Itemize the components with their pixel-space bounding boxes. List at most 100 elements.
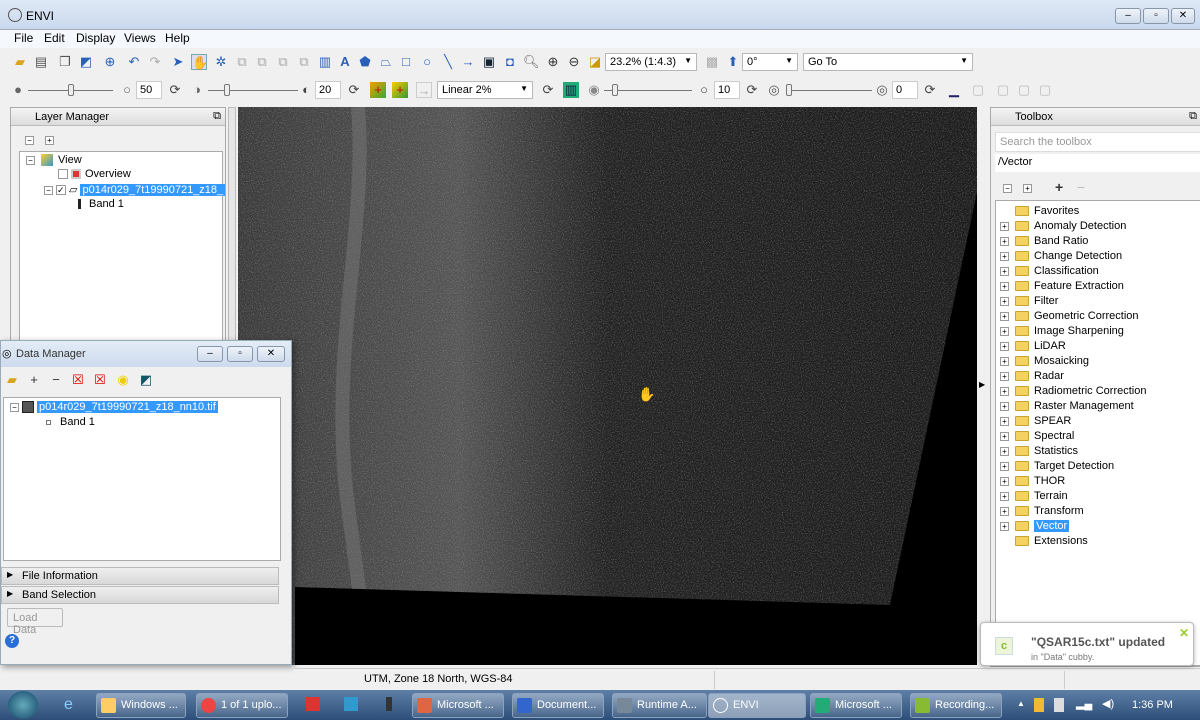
text-icon[interactable]: A [337, 54, 353, 70]
taskbar-excel[interactable]: Microsoft ... [810, 693, 902, 718]
toolbox-item[interactable]: + Image Sharpening [1000, 325, 1124, 337]
select-icon[interactable]: ◩ [78, 54, 94, 70]
maximize-button[interactable]: ▫ [1143, 8, 1169, 24]
link-icon[interactable]: ⧉ [234, 54, 250, 70]
toolbox-item[interactable]: Extensions [1000, 535, 1088, 547]
toolbox-item[interactable]: + Geometric Correction [1000, 310, 1139, 322]
notification-close-icon[interactable]: ✕ [1179, 626, 1189, 640]
taskbar-runtime[interactable]: Runtime A... [612, 693, 707, 718]
taskbar-envi[interactable]: ENVI [708, 693, 806, 718]
network-icon[interactable]: ▂▄ [1076, 697, 1092, 710]
grid-icon[interactable]: ▥ [317, 54, 333, 70]
expand-icon[interactable]: + [1000, 521, 1009, 531]
file-information-section[interactable]: ▶ File Information [1, 567, 279, 585]
show-hidden-icons[interactable]: ▲ [1017, 699, 1025, 708]
toolbox-item[interactable]: + Band Ratio [1000, 235, 1088, 247]
toolbox-item[interactable]: + Terrain [1000, 490, 1068, 502]
toolbox-item[interactable]: + Feature Extraction [1000, 280, 1124, 292]
menu-views[interactable]: Views [124, 31, 156, 45]
splitter[interactable] [228, 107, 236, 342]
rotation-select[interactable]: 0° ▼ [742, 53, 798, 71]
dm-expand-icon[interactable]: + [26, 372, 42, 388]
zoom-select[interactable]: 23.2% (1:4.3) ▼ [605, 53, 697, 71]
ellipse-icon[interactable]: ○ [419, 54, 435, 70]
contrast-slider[interactable] [208, 90, 298, 91]
notification-popup[interactable]: c "QSAR15c.txt" updated in "Data" cubby.… [980, 622, 1194, 666]
toolbox-item[interactable]: + Target Detection [1000, 460, 1114, 472]
toolbox-item[interactable]: + LiDAR [1000, 340, 1066, 352]
rotate-icon[interactable]: ▩ [704, 54, 720, 70]
toolbox-item[interactable]: + SPEAR [1000, 415, 1071, 427]
reset-icon[interactable]: ⟳ [167, 82, 183, 98]
open-icon[interactable]: ▰ [12, 54, 28, 70]
dm-close-button[interactable]: ✕ [257, 346, 285, 362]
overview-checkbox[interactable] [58, 169, 68, 180]
toolbox-collapse-all-icon[interactable]: − [1003, 184, 1012, 193]
toolbox-item[interactable]: + Anomaly Detection [1000, 220, 1126, 232]
dm-open-icon[interactable]: ▰ [4, 372, 20, 388]
transparency-slider[interactable] [786, 90, 872, 91]
expand-icon[interactable]: + [1000, 341, 1009, 351]
close-button[interactable]: ✕ [1171, 8, 1195, 24]
undo-icon[interactable]: ↶ [126, 54, 142, 70]
expand-icon[interactable]: + [1000, 476, 1009, 486]
menu-display[interactable]: Display [76, 31, 115, 45]
brightness-thumb[interactable] [68, 84, 74, 96]
contrast-thumb[interactable] [224, 84, 230, 96]
toolbox-item[interactable]: + Statistics [1000, 445, 1078, 457]
stretch2-icon[interactable]: + [392, 82, 408, 98]
tree-band[interactable]: Band 1 [89, 198, 124, 210]
expand-icon[interactable]: + [1000, 386, 1009, 396]
tree-layer[interactable]: p014r029_7t19990721_z18_ [80, 184, 226, 196]
histogram-icon[interactable]: ▥ [563, 82, 579, 98]
volume-icon[interactable]: ◀) [1102, 697, 1114, 710]
power-icon[interactable] [1054, 698, 1064, 712]
layout3-icon[interactable]: ▢ [1016, 82, 1032, 98]
toolbox-expand-all-icon[interactable]: + [1023, 184, 1032, 193]
taskbar-windows[interactable]: Windows ... [96, 693, 186, 718]
expand-icon[interactable]: + [1000, 266, 1009, 276]
start-button[interactable] [8, 691, 38, 719]
minimize-button[interactable]: – [1115, 8, 1141, 24]
zoom-tool-icon[interactable]: 🔍︎ [523, 54, 540, 70]
expand-icon[interactable]: + [1000, 446, 1009, 456]
toolbox-item[interactable]: + Mosaicking [1000, 355, 1089, 367]
list-icon[interactable]: ▤ [33, 54, 49, 70]
stretch-icon[interactable]: + [370, 82, 386, 98]
taskbar-powerpoint[interactable]: Microsoft ... [412, 693, 504, 718]
expand-icon[interactable]: + [1000, 506, 1009, 516]
dm-load-icon[interactable]: ◩ [138, 372, 154, 388]
expand-icon[interactable]: + [1000, 296, 1009, 306]
menu-help[interactable]: Help [165, 31, 190, 45]
expand-icon[interactable]: + [1000, 236, 1009, 246]
expand-icon[interactable]: + [1000, 281, 1009, 291]
expand-icon[interactable]: + [1000, 221, 1009, 231]
expand-icon[interactable]: + [1000, 461, 1009, 471]
pan-icon[interactable]: ✋ [191, 54, 208, 70]
link3-icon[interactable]: ⧉ [275, 54, 291, 70]
expand-icon[interactable]: + [1000, 326, 1009, 336]
add-icon[interactable]: + [1055, 179, 1063, 195]
toolbox-item[interactable]: + Radiometric Correction [1000, 385, 1146, 397]
expand-icon[interactable]: + [1000, 371, 1009, 381]
toolbox-item[interactable]: + Spectral [1000, 430, 1074, 442]
clock[interactable]: 1:36 PM [1132, 699, 1173, 711]
magnet-icon[interactable]: ◘ [502, 54, 518, 70]
north-up-icon[interactable]: ⬆ [725, 54, 741, 70]
toolbox-item[interactable]: + Change Detection [1000, 250, 1122, 262]
brightness-input[interactable]: 50 [136, 81, 162, 99]
transparency-input[interactable]: 0 [892, 81, 918, 99]
menu-edit[interactable]: Edit [44, 31, 65, 45]
ie-icon[interactable]: e [64, 696, 73, 714]
redo-icon[interactable]: ↷ [147, 54, 163, 70]
dm-minimize-button[interactable]: – [197, 346, 223, 362]
toolbox-search-input[interactable]: Search the toolbox [995, 132, 1200, 152]
reset-sharpen-icon[interactable]: ⟳ [744, 82, 760, 98]
tree-overview[interactable]: Overview [85, 168, 131, 180]
sharpen-thumb[interactable] [612, 84, 618, 96]
toolbox-collapse-arrow-icon[interactable]: ▶ [979, 380, 989, 394]
band-selection-section[interactable]: ▶ Band Selection [1, 586, 279, 604]
line-icon[interactable]: ╲ [440, 54, 456, 70]
toolbox-item[interactable]: + THOR [1000, 475, 1065, 487]
taskbar-word[interactable]: Document... [512, 693, 604, 718]
